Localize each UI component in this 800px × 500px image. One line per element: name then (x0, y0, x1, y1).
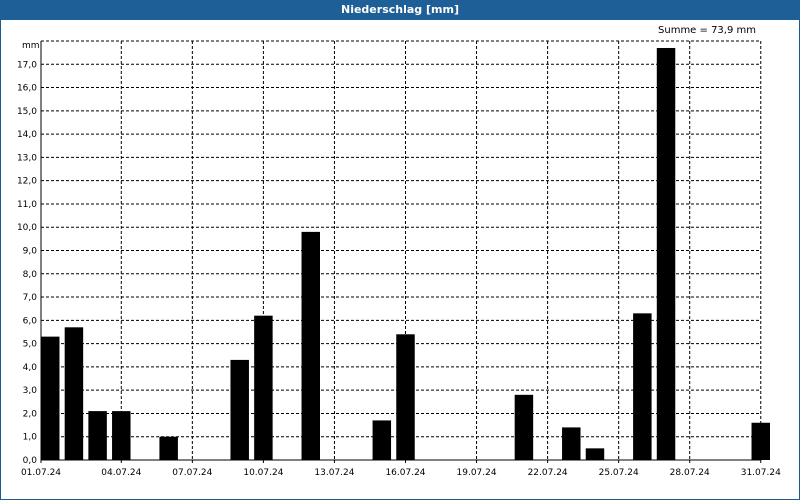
y-tick-label: 4,0 (23, 363, 38, 373)
y-tick-label: 14,0 (17, 130, 37, 140)
y-tick-label: 6,0 (23, 316, 38, 326)
x-tick-label: 04.07.24 (101, 468, 141, 478)
bar-04.07.24 (112, 411, 131, 460)
x-tick-label: 19.07.24 (457, 468, 497, 478)
y-tick-label: 11,0 (17, 200, 37, 210)
x-tick-label: 22.07.24 (528, 468, 568, 478)
x-tick-label: 13.07.24 (314, 468, 354, 478)
bar-15.07.24 (372, 420, 392, 460)
x-tick-label: 16.07.24 (385, 468, 425, 478)
y-tick-label: 15,0 (17, 107, 37, 117)
x-tick-label: 01.07.24 (21, 468, 61, 478)
y-tick-label: 12,0 (17, 177, 37, 187)
chart-plot: 0,0 1,0 2,0 3,0 4,0 5,0 6,0 7,0 8,0 9,0 10,0 11,0 12… (17, 40, 781, 478)
bar-06.07.24 (159, 436, 178, 460)
x-tick-label: 28.07.24 (670, 468, 710, 478)
bar-10.07.24 (254, 315, 273, 460)
y-tick-label: 17,0 (17, 60, 37, 70)
y-tick-label: 1,0 (23, 433, 38, 443)
y-tick-label: 7,0 (23, 293, 38, 303)
y-tick-label: 9,0 (23, 247, 38, 257)
bar-16.07.24 (396, 334, 415, 460)
y-tick-label: 16,0 (17, 84, 37, 94)
bar-03.07.24 (88, 411, 107, 460)
y-tick-label: 8,0 (23, 270, 38, 280)
bar-21.07.24 (514, 394, 534, 460)
y-tick-label: 3,0 (23, 386, 38, 396)
bar-23.07.24 (562, 427, 581, 460)
bar-24.07.24 (585, 448, 605, 460)
bar-09.07.24 (230, 359, 249, 460)
x-tick-label: 25.07.24 (599, 468, 639, 478)
bar-27.07.24 (656, 47, 676, 460)
x-tick-label: 31.07.24 (741, 468, 781, 478)
bar-26.07.24 (633, 313, 652, 460)
y-tick-label: 10,0 (17, 223, 37, 233)
bar-31.07.24 (751, 422, 770, 460)
x-tick-label: 10.07.24 (243, 468, 283, 478)
y-tick-label: 0,0 (23, 456, 38, 466)
bar-01.07.24 (41, 336, 60, 460)
y-tick-label: 13,0 (17, 153, 37, 163)
y-tick-label: 5,0 (23, 340, 38, 350)
bar-12.07.24 (301, 231, 320, 460)
y-tick-label: 2,0 (23, 409, 38, 419)
bar-02.07.24 (64, 327, 84, 460)
x-tick-label: 07.07.24 (172, 468, 212, 478)
